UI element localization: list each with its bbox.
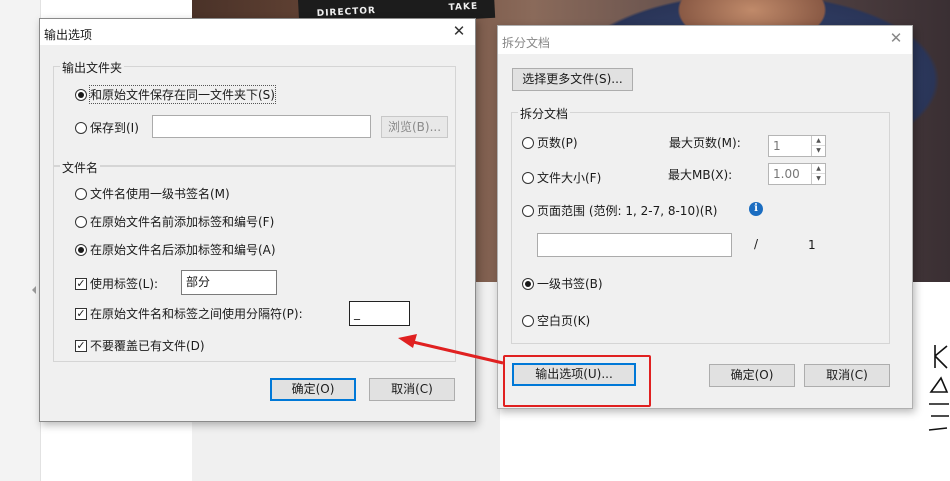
label-input[interactable]: 部分	[181, 270, 277, 295]
prefix-label-radio[interactable]: 在原始文件名前添加标签和编号(F)	[75, 213, 274, 230]
no-overwrite-checkbox[interactable]: ✓ 不要覆盖已有文件(D)	[75, 337, 205, 354]
radio-unchecked-icon	[75, 121, 87, 134]
blank-page-label: 空白页(K)	[537, 314, 591, 328]
pages-radio[interactable]: 页数(P)	[522, 134, 578, 151]
file-size-label: 文件大小(F)	[537, 171, 602, 185]
split-dialog-title: 拆分文档	[502, 36, 551, 50]
use-label-checkbox[interactable]: ✓ 使用标签(L):	[75, 275, 158, 292]
checkbox-checked-icon: ✓	[75, 306, 87, 320]
max-pages-stepper[interactable]: 1 ▲ ▼	[768, 135, 826, 157]
spin-up-icon[interactable]: ▲	[812, 136, 825, 146]
page-slash: /	[754, 237, 759, 251]
top-bookmark-label: 一级书签(B)	[537, 277, 603, 291]
suffix-label-text: 在原始文件名后添加标签和编号(A)	[90, 243, 276, 257]
separator-input[interactable]: _	[349, 301, 410, 326]
max-pages-label: 最大页数(M):	[669, 136, 741, 150]
spin-down-icon[interactable]: ▼	[812, 146, 825, 156]
same-folder-radio[interactable]: 和原始文件保存在同一文件夹下(S)	[75, 85, 276, 104]
output-ok-button[interactable]: 确定(O)	[270, 378, 356, 401]
radio-unchecked-icon	[522, 136, 534, 149]
pointer-arrow-icon	[398, 334, 504, 365]
panel-collapse-handle[interactable]	[32, 286, 36, 294]
radio-checked-icon	[522, 277, 534, 290]
total-pages: 1	[808, 238, 816, 252]
file-size-radio[interactable]: 文件大小(F)	[522, 169, 601, 186]
save-to-label: 保存到(I)	[90, 121, 139, 135]
blank-page-radio[interactable]: 空白页(K)	[522, 312, 590, 329]
output-dialog-title: 输出选项	[44, 28, 93, 42]
clapper-take-text: TAKE	[448, 1, 479, 14]
prefix-label-text: 在原始文件名前添加标签和编号(F)	[90, 215, 275, 229]
radio-unchecked-icon	[522, 171, 534, 184]
split-document-dialog: 拆分文档 ✕ 选择更多文件(S)... 拆分文档 页数(P) 最大页数(M): …	[497, 25, 913, 409]
close-icon[interactable]: ✕	[451, 23, 467, 39]
bookmark-name-radio[interactable]: 文件名使用一级书签名(M)	[75, 185, 230, 202]
browse-button[interactable]: 浏览(B)...	[381, 116, 448, 138]
bookmark-name-label: 文件名使用一级书签名(M)	[90, 187, 230, 201]
select-more-files-button[interactable]: 选择更多文件(S)...	[512, 68, 633, 91]
handwriting-sketch	[928, 345, 949, 431]
suffix-label-radio[interactable]: 在原始文件名后添加标签和编号(A)	[75, 241, 276, 258]
pages-label: 页数(P)	[537, 136, 578, 150]
use-label-text: 使用标签(L):	[90, 277, 159, 291]
split-options-group-label: 拆分文档	[518, 105, 571, 122]
radio-unchecked-icon	[75, 215, 87, 228]
radio-unchecked-icon	[522, 204, 534, 217]
max-pages-spin-buttons: ▲ ▼	[811, 136, 825, 156]
max-mb-stepper[interactable]: 1.00 ▲ ▼	[768, 163, 826, 185]
save-to-path-input[interactable]	[152, 115, 371, 138]
save-to-radio[interactable]: 保存到(I)	[75, 119, 139, 136]
checkbox-checked-icon: ✓	[75, 276, 87, 290]
page-range-label: 页面范围 (范例: 1, 2-7, 8-10)(R)	[537, 204, 718, 218]
max-mb-spin-buttons: ▲ ▼	[811, 164, 825, 184]
split-cancel-button[interactable]: 取消(C)	[804, 364, 890, 387]
split-ok-button[interactable]: 确定(O)	[709, 364, 795, 387]
page-range-input[interactable]	[537, 233, 732, 257]
radio-checked-icon	[75, 243, 87, 256]
radio-unchecked-icon	[75, 187, 87, 200]
spin-down-icon[interactable]: ▼	[812, 174, 825, 184]
filename-group-label: 文件名	[60, 159, 101, 176]
separator-checkbox[interactable]: ✓ 在原始文件名和标签之间使用分隔符(P):	[75, 305, 303, 322]
output-cancel-button[interactable]: 取消(C)	[369, 378, 455, 401]
side-panel-strip	[0, 0, 41, 481]
output-dialog-titlebar: 输出选项 ✕	[40, 19, 475, 45]
spin-up-icon[interactable]: ▲	[812, 164, 825, 174]
close-icon[interactable]: ✕	[888, 30, 904, 46]
top-bookmark-radio[interactable]: 一级书签(B)	[522, 275, 603, 292]
split-dialog-titlebar: 拆分文档 ✕	[498, 26, 912, 54]
info-icon[interactable]: i	[749, 202, 763, 216]
same-folder-label: 和原始文件保存在同一文件夹下(S)	[89, 85, 276, 104]
radio-checked-icon	[75, 88, 87, 101]
page-range-radio[interactable]: 页面范围 (范例: 1, 2-7, 8-10)(R)	[522, 202, 717, 219]
separator-text: 在原始文件名和标签之间使用分隔符(P):	[90, 307, 303, 321]
no-overwrite-text: 不要覆盖已有文件(D)	[90, 339, 205, 353]
checkbox-checked-icon: ✓	[75, 338, 87, 352]
max-pages-value: 1	[773, 139, 781, 153]
highlight-box	[503, 355, 651, 407]
radio-unchecked-icon	[522, 314, 534, 327]
output-folder-group-label: 输出文件夹	[60, 59, 125, 76]
max-mb-value: 1.00	[773, 167, 800, 181]
max-mb-label: 最大MB(X):	[668, 168, 733, 182]
